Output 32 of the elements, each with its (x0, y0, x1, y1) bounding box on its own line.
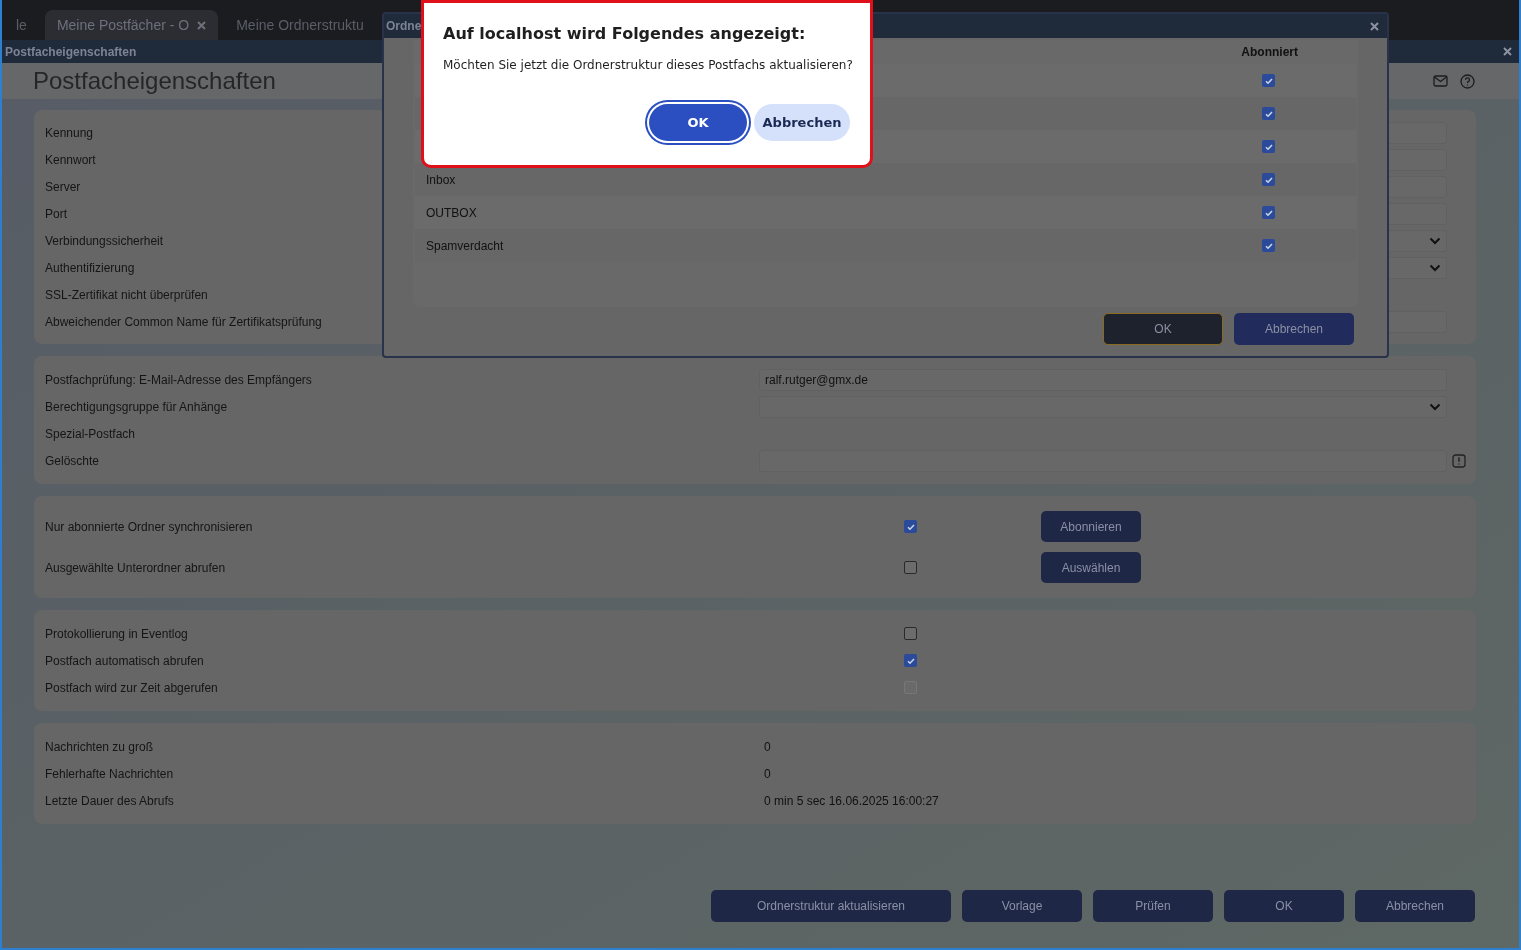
value-text: 0 (763, 738, 771, 756)
field-label: Kennwort (45, 151, 96, 169)
alert-title: Auf localhost wird Folgendes angezeigt: (443, 23, 807, 45)
field-label: Postfachprüfung: E-Mail-Adresse des Empfängers (45, 371, 312, 389)
alert-message: Möchten Sie jetzt die Ordnerstruktur dieses Postfachs aktualisieren? (443, 57, 851, 74)
field-label: SSL-Zertifikat nicht überprüfen (45, 286, 208, 304)
field-label: Gelöschte (45, 452, 100, 470)
field-label: Protokollierung in Eventlog (45, 625, 188, 643)
field-label: Spezial-Postfach (45, 425, 136, 443)
folder-name: OUTBOX (426, 204, 477, 222)
page-heading: Postfacheigenschaften (33, 66, 276, 96)
field-label: Authentifizierung (45, 259, 135, 277)
field-label: Postfach wird zur Zeit abgerufen (45, 679, 218, 697)
field-label: Nachrichten zu groß (45, 738, 154, 756)
field-label: Fehlerhafte Nachrichten (45, 765, 174, 783)
value-text: 0 (763, 765, 771, 783)
field-label: Abweichender Common Name für Zertifikatsprüfung (45, 313, 322, 331)
window-title: Postfacheigenschaften (5, 43, 137, 61)
folder-name: Spamverdacht (426, 237, 504, 255)
field-label: Server (45, 178, 81, 196)
field-label: Port (45, 205, 67, 223)
field-label: Postfach automatisch abrufen (45, 652, 204, 670)
field-label: Nur abonnierte Ordner synchronisieren (45, 518, 253, 536)
value-text: 0 min 5 sec 16.06.2025 16:00:27 (763, 792, 939, 810)
field-label: Letzte Dauer des Abrufs (45, 792, 174, 810)
dialog-title: Ordne (386, 18, 422, 35)
field-label: Kennung (45, 124, 94, 142)
field-label: Berechtigungsgruppe für Anhänge (45, 398, 228, 416)
folder-name: Inbox (426, 171, 456, 189)
column-header: Abonniert (1241, 44, 1298, 61)
field-label: Ausgewählte Unterordner abrufen (45, 559, 226, 577)
field-label: Verbindungssicherheit (45, 232, 164, 250)
